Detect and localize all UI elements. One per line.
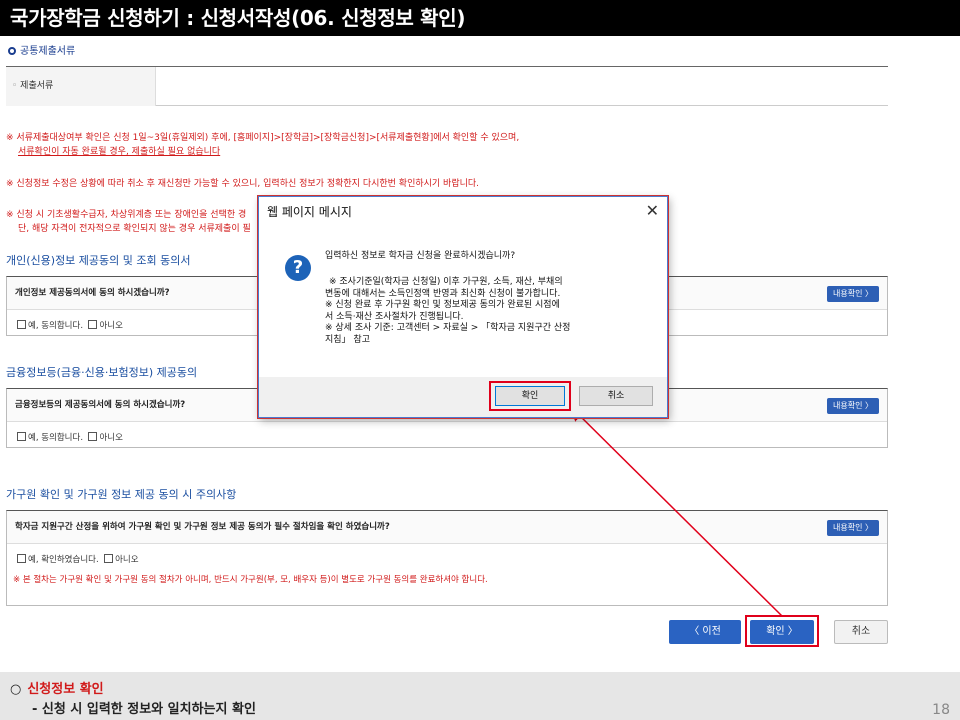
web-page-message-dialog: 웹 페이지 메시지 ✕ ? 입력하신 정보로 학자금 신청을 완료하시겠습니까?… bbox=[258, 196, 668, 418]
dialog-detail-line-3: ※ 신청 완료 후 가구원 확인 및 정보제공 동의가 완료된 시점에 bbox=[325, 300, 560, 310]
dialog-detail-line-6: 지침」 참고 bbox=[325, 334, 370, 345]
dialog-detail-line-1: ※ 조사기준일(학자금 신청일) 이후 가구원, 소득, 재산, 부채의 bbox=[329, 277, 563, 287]
caption-line-1: ○ 신청정보 확인 bbox=[10, 678, 104, 697]
page-number: 18 bbox=[932, 702, 950, 718]
dialog-detail-line-5: ※ 상세 조사 기준: 고객센터 > 자료실 > 「학자금 지원구간 산정 bbox=[325, 323, 571, 333]
caption-bar: ○ 신청정보 확인 - 신청 시 입력한 정보와 일치하는지 확인 18 bbox=[0, 672, 960, 720]
question-icon: ? bbox=[285, 255, 311, 281]
caption-line-2: - 신청 시 입력한 정보와 일치하는지 확인 bbox=[32, 702, 256, 717]
dialog-detail-line-2: 변동에 대해서는 소득인정액 반영과 최신화 신청이 불가합니다. bbox=[325, 288, 561, 299]
caption-bullet: ○ bbox=[10, 682, 22, 697]
dialog-detail-line-4: 서 소득·재산 조사절차가 진행됩니다. bbox=[325, 311, 464, 322]
dialog-ok-button[interactable]: 확인 bbox=[495, 386, 565, 406]
caption-title: 신청정보 확인 bbox=[27, 682, 104, 697]
dialog-details: ※ 조사기준일(학자금 신청일) 이후 가구원, 소득, 재산, 부채의 변동에… bbox=[325, 277, 659, 346]
dialog-title: 웹 페이지 메시지 bbox=[259, 197, 667, 227]
dialog-cancel-button[interactable]: 취소 bbox=[579, 386, 653, 406]
close-icon[interactable]: ✕ bbox=[646, 201, 659, 220]
dialog-footer: 확인 취소 bbox=[259, 377, 667, 417]
dialog-question: 입력하신 정보로 학자금 신청을 완료하시겠습니까? bbox=[325, 251, 516, 261]
dialog-body: ? 입력하신 정보로 학자금 신청을 완료하시겠습니까? ※ 조사기준일(학자금… bbox=[259, 227, 667, 375]
arrow-line bbox=[569, 405, 783, 617]
